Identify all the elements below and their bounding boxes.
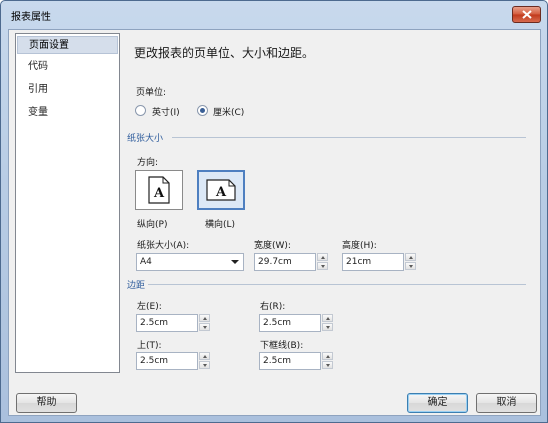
left-margin-stepper[interactable] bbox=[199, 314, 210, 332]
height-label: 高度(H): bbox=[342, 241, 377, 251]
window-title: 报表属性 bbox=[11, 12, 51, 23]
cm-radio-label[interactable]: 厘米(C) bbox=[213, 105, 244, 118]
width-field[interactable]: 29.7cm bbox=[254, 253, 316, 271]
title-bar: 报表属性 bbox=[1, 1, 547, 29]
height-stepper[interactable] bbox=[405, 253, 416, 271]
bottom-margin-label: 下框线(B): bbox=[260, 341, 304, 351]
svg-text:A: A bbox=[153, 186, 165, 201]
ok-button[interactable]: 确定 bbox=[407, 393, 468, 413]
page-units-label: 页单位: bbox=[136, 88, 167, 98]
paper-size-label: 纸张大小(A): bbox=[137, 241, 190, 251]
cm-radio[interactable] bbox=[197, 105, 208, 116]
inch-radio[interactable] bbox=[135, 105, 146, 116]
close-button[interactable] bbox=[512, 6, 541, 23]
portrait-page-icon: A bbox=[148, 176, 170, 204]
report-properties-dialog: 报表属性 页面设置 代码 引用 变量 更改报表的页单位、大小和边距。 页单位: … bbox=[0, 0, 548, 423]
paper-size-section-title: 纸张大小 bbox=[127, 134, 164, 144]
top-margin-stepper[interactable] bbox=[199, 352, 210, 370]
orientation-label: 方向: bbox=[137, 158, 159, 168]
page-title: 更改报表的页单位、大小和边距。 bbox=[134, 46, 315, 60]
paper-size-select[interactable]: A4 bbox=[136, 253, 244, 271]
top-margin-field[interactable]: 2.5cm bbox=[136, 352, 198, 370]
section-divider bbox=[172, 137, 526, 138]
left-margin-label: 左(E): bbox=[137, 302, 162, 312]
left-margin-field[interactable]: 2.5cm bbox=[136, 314, 198, 332]
width-label: 宽度(W): bbox=[254, 241, 291, 251]
help-button[interactable]: 帮助 bbox=[16, 393, 77, 413]
sidebar-item-code[interactable]: 代码 bbox=[17, 58, 118, 76]
height-field[interactable]: 21cm bbox=[342, 253, 404, 271]
landscape-label: 横向(L) bbox=[205, 220, 236, 230]
right-margin-stepper[interactable] bbox=[322, 314, 333, 332]
paper-size-value: A4 bbox=[140, 257, 152, 267]
top-margin-label: 上(T): bbox=[137, 341, 162, 351]
section-divider bbox=[148, 284, 526, 285]
right-margin-field[interactable]: 2.5cm bbox=[259, 314, 321, 332]
margins-section-title: 边距 bbox=[127, 281, 146, 291]
bottom-margin-field[interactable]: 2.5cm bbox=[259, 352, 321, 370]
width-stepper[interactable] bbox=[317, 253, 328, 271]
dialog-body: 页面设置 代码 引用 变量 更改报表的页单位、大小和边距。 页单位: 英寸(I)… bbox=[8, 29, 541, 416]
svg-text:A: A bbox=[215, 185, 227, 200]
close-icon bbox=[521, 10, 532, 19]
portrait-label: 纵向(P) bbox=[137, 220, 168, 230]
right-margin-label: 右(R): bbox=[260, 302, 286, 312]
cancel-button[interactable]: 取消 bbox=[476, 393, 537, 413]
sidebar-item-page-setup[interactable]: 页面设置 bbox=[17, 36, 118, 54]
sidebar-item-references[interactable]: 引用 bbox=[17, 81, 118, 99]
page-setup-panel: 更改报表的页单位、大小和边距。 页单位: 英寸(I) 厘米(C) 纸张大小 方向… bbox=[124, 33, 536, 374]
bottom-margin-stepper[interactable] bbox=[322, 352, 333, 370]
landscape-page-icon: A bbox=[206, 179, 236, 201]
inch-radio-label[interactable]: 英寸(I) bbox=[152, 105, 180, 118]
chevron-down-icon bbox=[231, 260, 239, 264]
landscape-button[interactable]: A bbox=[197, 170, 245, 210]
sidebar: 页面设置 代码 引用 变量 bbox=[15, 33, 120, 373]
sidebar-item-variables[interactable]: 变量 bbox=[17, 104, 118, 122]
portrait-button[interactable]: A bbox=[135, 170, 183, 210]
